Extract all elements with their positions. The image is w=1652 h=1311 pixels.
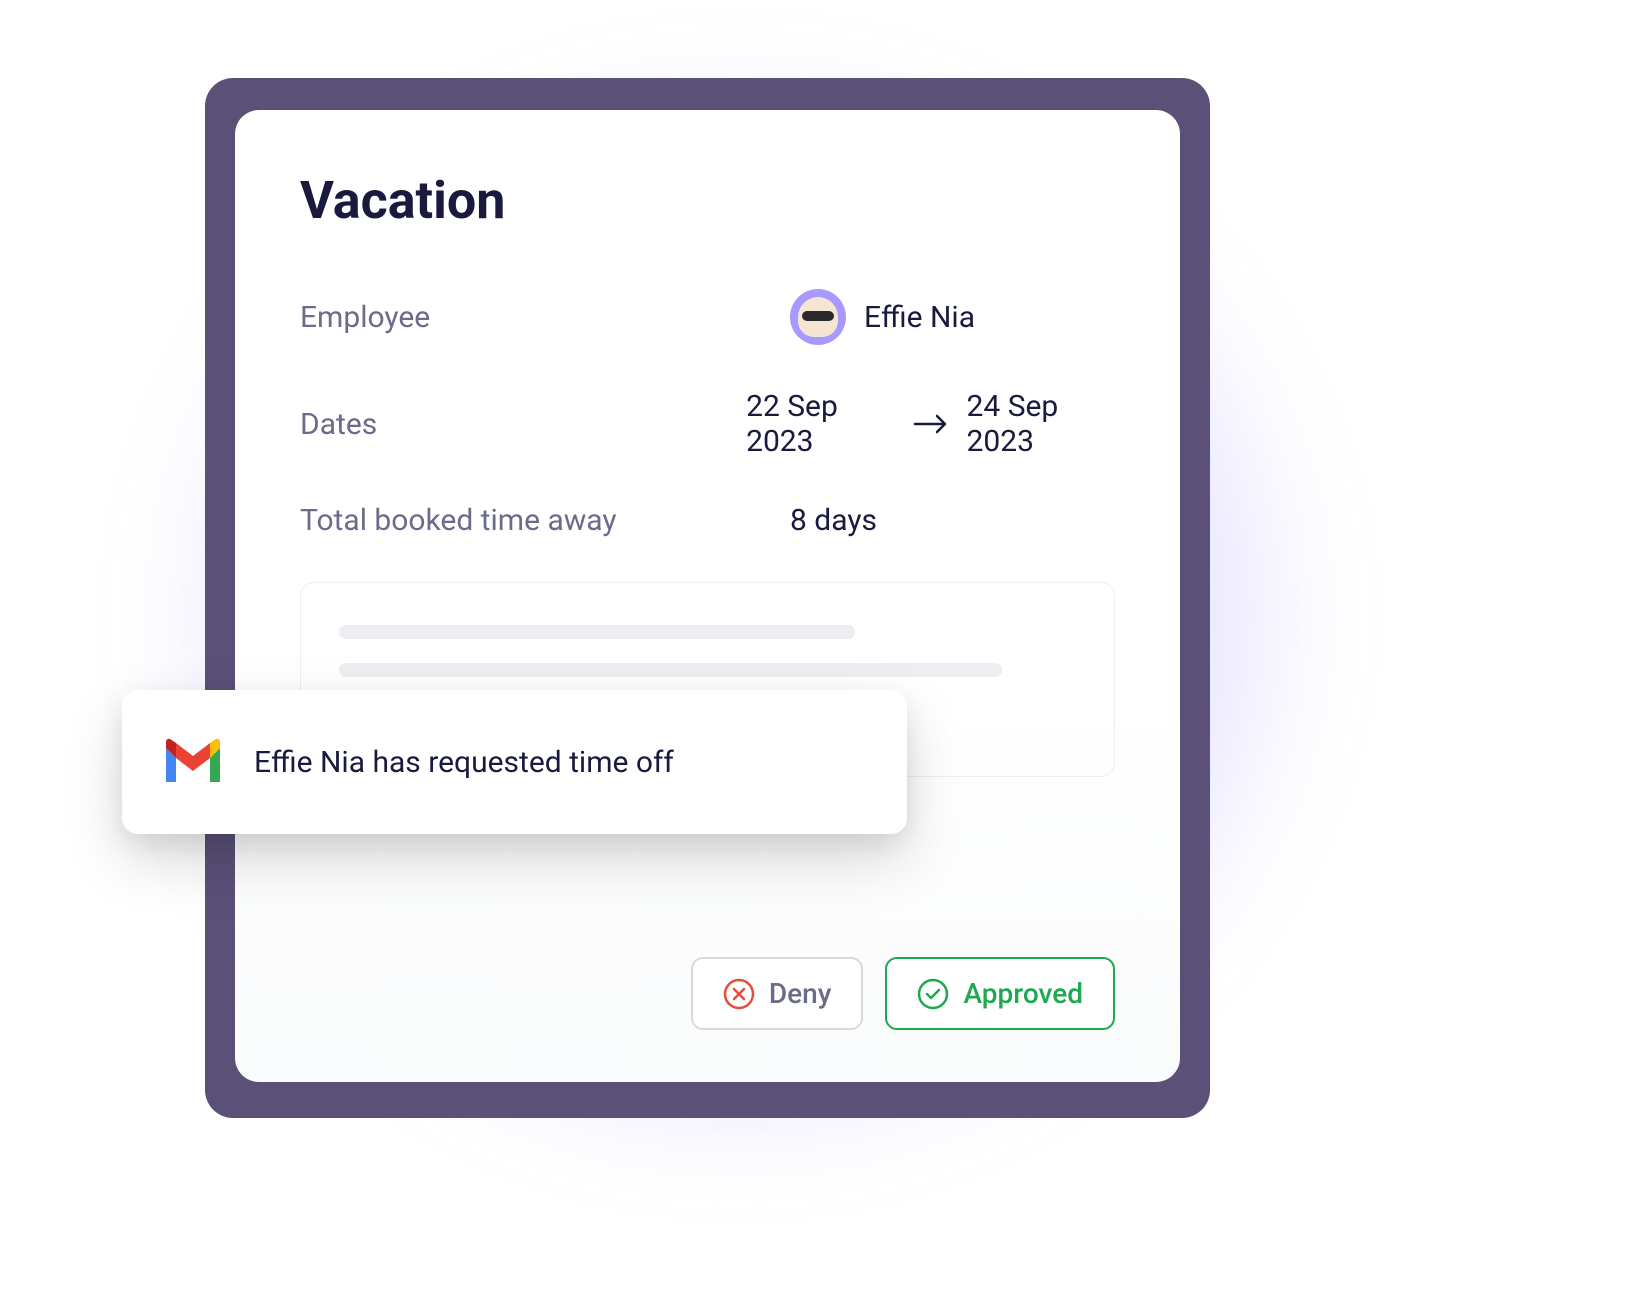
placeholder-line bbox=[339, 663, 1002, 677]
total-value: 8 days bbox=[790, 503, 877, 538]
close-icon bbox=[723, 978, 755, 1010]
date-end: 24 Sep 2023 bbox=[967, 389, 1115, 459]
check-icon bbox=[917, 978, 949, 1010]
email-notification[interactable]: Effie Nia has requested time off bbox=[122, 690, 907, 834]
gmail-icon bbox=[162, 738, 224, 786]
dates-label: Dates bbox=[300, 407, 746, 442]
total-label: Total booked time away bbox=[300, 503, 790, 538]
card-title: Vacation bbox=[300, 170, 1115, 231]
employee-name: Effie Nia bbox=[864, 300, 975, 335]
placeholder-line bbox=[339, 625, 855, 639]
employee-row: Employee Effie Nia bbox=[300, 289, 1115, 345]
employee-value: Effie Nia bbox=[790, 289, 975, 345]
avatar bbox=[790, 289, 846, 345]
action-buttons: Deny Approved bbox=[691, 957, 1115, 1030]
dates-value: 22 Sep 2023 24 Sep 2023 bbox=[746, 389, 1115, 459]
vacation-request-card: Vacation Employee Effie Nia Dates 22 Sep… bbox=[235, 110, 1180, 1082]
deny-label: Deny bbox=[769, 977, 832, 1010]
deny-button[interactable]: Deny bbox=[691, 957, 864, 1030]
employee-label: Employee bbox=[300, 300, 790, 335]
approved-button[interactable]: Approved bbox=[885, 957, 1115, 1030]
total-row: Total booked time away 8 days bbox=[300, 503, 1115, 538]
arrow-right-icon bbox=[913, 412, 949, 436]
date-start: 22 Sep 2023 bbox=[746, 389, 894, 459]
dates-row: Dates 22 Sep 2023 24 Sep 2023 bbox=[300, 389, 1115, 459]
notification-text: Effie Nia has requested time off bbox=[254, 745, 674, 780]
approved-label: Approved bbox=[963, 977, 1083, 1010]
